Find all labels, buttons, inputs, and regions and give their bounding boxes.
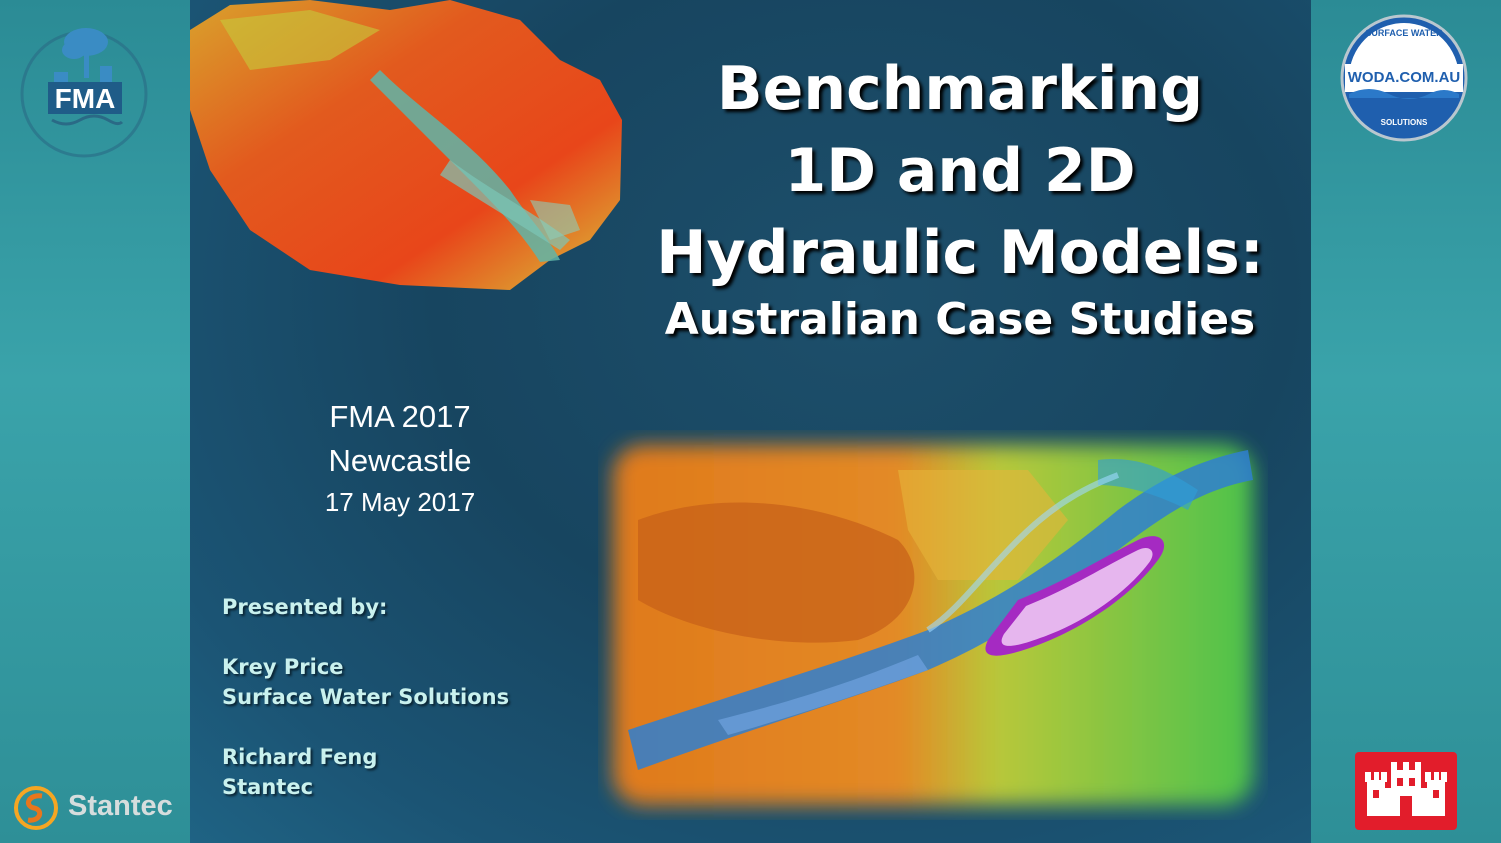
terrain-map-image-top [190, 0, 622, 290]
event-name: FMA 2017 [329, 399, 471, 434]
slide-title: Benchmarking 1D and 2D Hydraulic Models:… [600, 48, 1320, 350]
presenter-2-name: Richard Feng [222, 745, 378, 769]
event-date: 17 May 2017 [324, 487, 476, 517]
presenters-block: Presented by: Krey Price Surface Water S… [222, 592, 509, 802]
event-info: FMA 2017 Newcastle 17 May 2017 [270, 395, 530, 521]
terrain-map-image-bottom [613, 445, 1253, 805]
woda-top-text: SURFACE WATER [1365, 28, 1443, 38]
presenter-2-org: Stantec [222, 775, 314, 799]
woda-main-text: WODA.COM.AU [1348, 69, 1461, 86]
fma-logo: FMA [20, 28, 148, 158]
fma-logo-text: FMA [55, 83, 116, 114]
woda-logo: SURFACE WATER WODA.COM.AU SOLUTIONS [1340, 14, 1468, 142]
usace-castle-logo [1355, 752, 1457, 830]
event-city: Newcastle [328, 443, 472, 478]
presenter-1-org: Surface Water Solutions [222, 685, 510, 709]
stantec-logo-text: Stantec [68, 790, 173, 822]
presenters-heading: Presented by: [222, 595, 388, 619]
title-line-1: Benchmarking [716, 54, 1204, 124]
title-subtitle: Australian Case Studies [664, 294, 1256, 345]
presenter-1-name: Krey Price [222, 655, 344, 679]
title-line-3: Hydraulic Models: [656, 218, 1264, 288]
title-line-2: 1D and 2D [784, 136, 1136, 206]
woda-bottom-text: SOLUTIONS [1381, 118, 1428, 127]
